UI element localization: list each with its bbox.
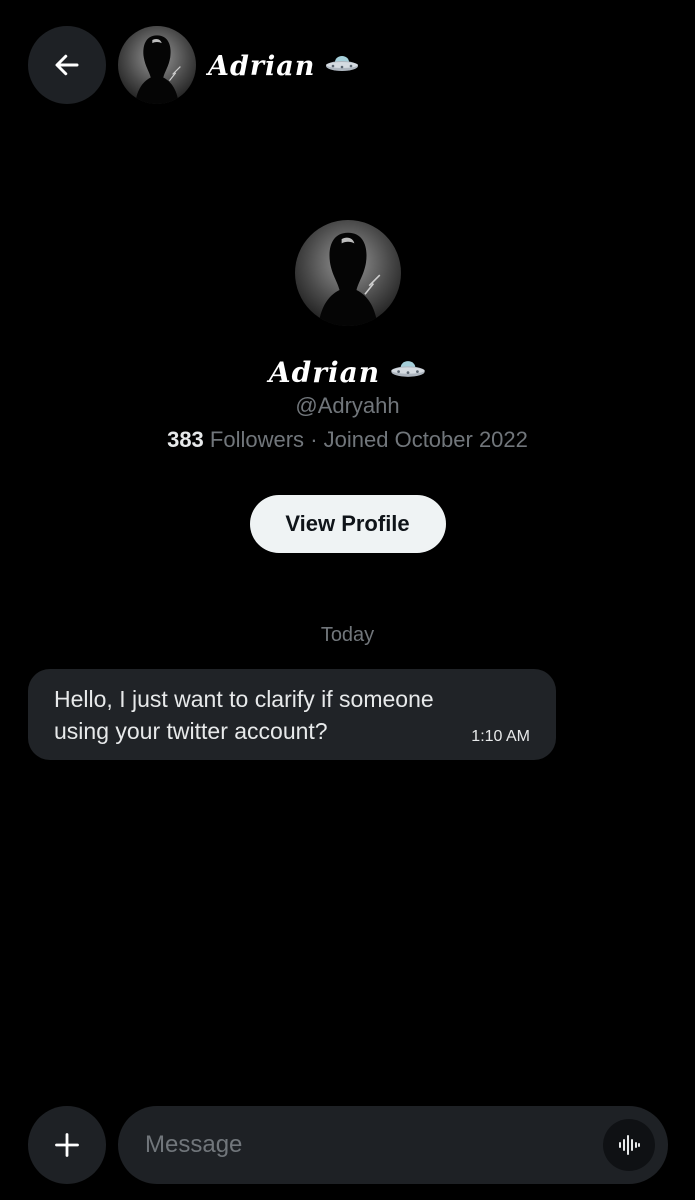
followers-count: 383 [167, 427, 204, 452]
avatar[interactable] [118, 26, 196, 104]
profile-avatar[interactable] [294, 220, 401, 326]
arrow-left-icon [55, 54, 79, 76]
voice-message-button[interactable] [603, 1119, 655, 1171]
message-text: Hello, I just want to clarify if someone… [54, 686, 434, 744]
back-button[interactable] [28, 26, 106, 104]
header-title[interactable]: Adrian [208, 46, 359, 86]
conversation-header: Adrian [0, 0, 695, 130]
followers-label: Followers [209, 427, 305, 452]
profile-display-name: Adrian [268, 355, 381, 389]
view-profile-button[interactable]: View Profile [249, 495, 446, 553]
day-separator: Today [320, 624, 375, 646]
ufo-icon [325, 53, 359, 80]
message-composer [118, 1106, 668, 1184]
ufo-icon [390, 358, 426, 386]
message-bubble[interactable]: Hello, I just want to clarify if someone… [28, 669, 556, 760]
joined-date: Joined October 2022 [323, 427, 528, 452]
header-display-name: Adrian [208, 50, 316, 82]
profile-summary: Adrian @Adryahh 383 Followers · Joined O… [0, 220, 695, 553]
add-attachment-button[interactable] [28, 1106, 106, 1184]
profile-meta: 383 Followers · Joined October 2022 [0, 425, 695, 455]
waveform-icon [619, 1135, 640, 1155]
meta-separator: · [310, 427, 318, 452]
profile-handle: @Adryahh [295, 393, 400, 418]
plus-icon [55, 1133, 79, 1157]
message-timestamp: 1:10 AM [471, 728, 530, 745]
message-input[interactable] [145, 1131, 603, 1159]
profile-name: Adrian [0, 352, 695, 392]
